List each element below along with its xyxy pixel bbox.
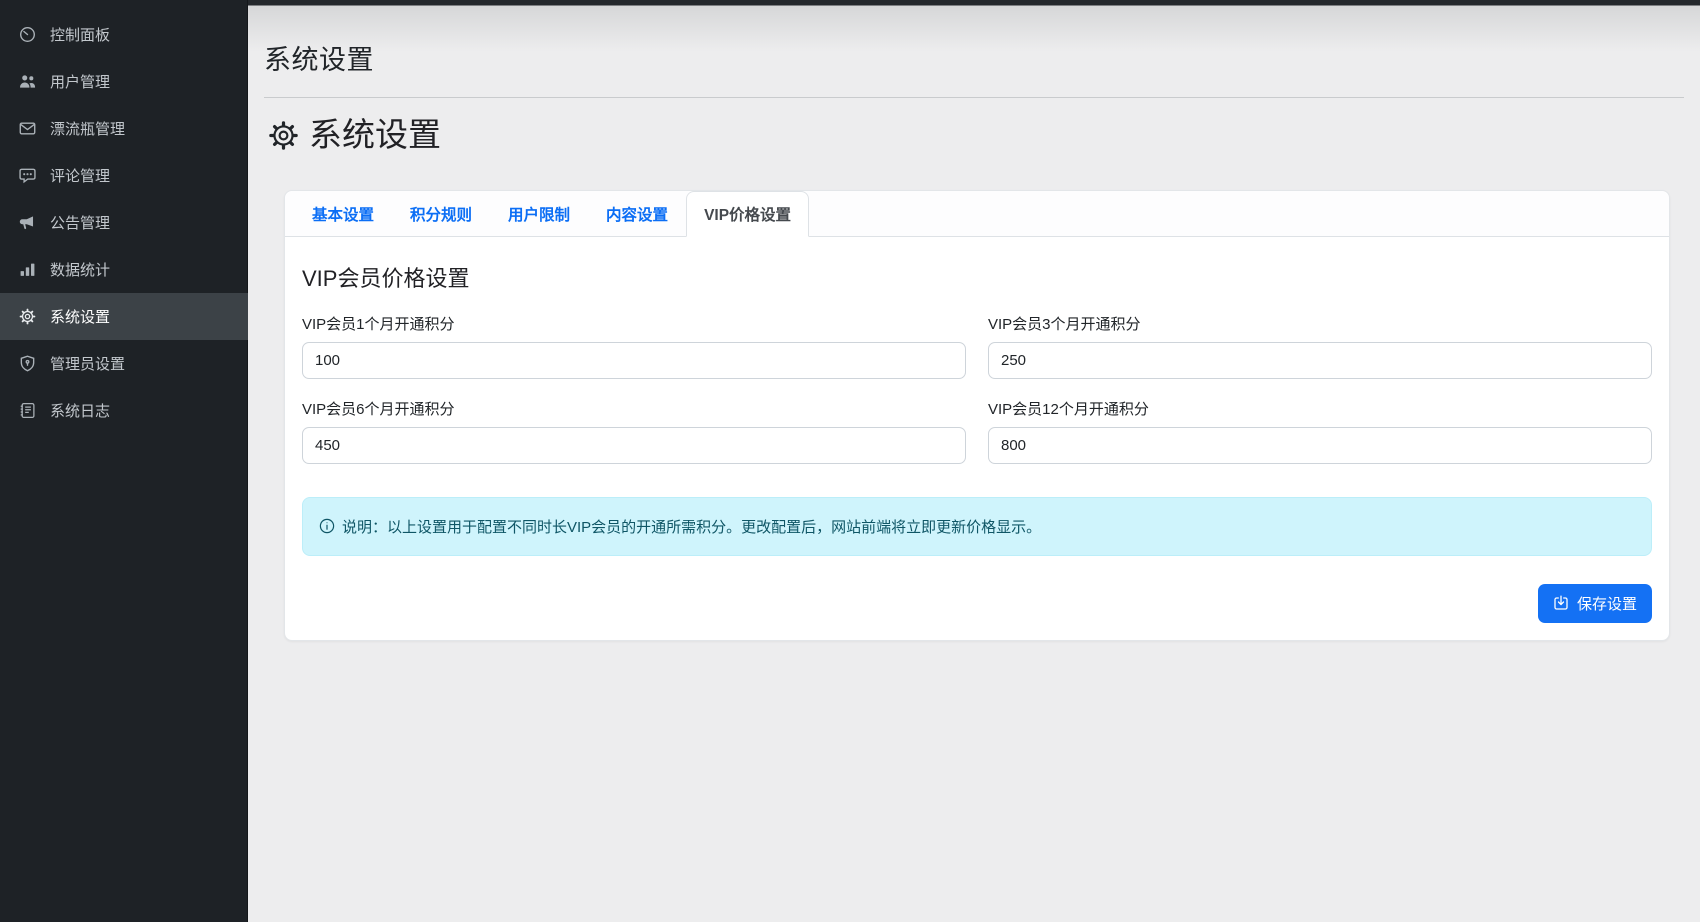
sidebar-item-label: 公告管理	[50, 212, 110, 233]
vip-6-month-points-input[interactable]	[302, 427, 966, 464]
section-title: VIP会员价格设置	[302, 261, 1652, 293]
save-settings-button[interactable]: 保存设置	[1538, 584, 1652, 623]
sidebar-item-label: 数据统计	[50, 259, 110, 280]
save-icon	[1553, 595, 1569, 611]
main-area: 系统设置 系统设置 基本设置 积分规则 用户限制 内容设置 VIP价格	[248, 0, 1700, 922]
sidebar-item-label: 评论管理	[50, 165, 110, 186]
tab-vip-price-settings[interactable]: VIP价格设置	[686, 191, 809, 237]
save-button-label: 保存设置	[1577, 593, 1637, 614]
info-note: 说明：以上设置用于配置不同时长VIP会员的开通所需积分。更改配置后，网站前端将立…	[302, 497, 1652, 556]
settings-heading: 系统设置	[268, 114, 1684, 157]
journal-icon	[18, 402, 36, 420]
sidebar-item-announcements[interactable]: 公告管理	[0, 199, 248, 246]
settings-tabbar: 基本设置 积分规则 用户限制 内容设置 VIP价格设置	[285, 191, 1669, 237]
sidebar-item-label: 控制面板	[50, 24, 110, 45]
sidebar-item-users[interactable]: 用户管理	[0, 58, 248, 105]
vip-6-month-label: VIP会员6个月开通积分	[302, 398, 966, 419]
settings-card: 基本设置 积分规则 用户限制 内容设置 VIP价格设置 VIP会员价格设置 VI…	[284, 190, 1670, 641]
sidebar-item-system-settings[interactable]: 系统设置	[0, 293, 248, 340]
sidebar-item-comments[interactable]: 评论管理	[0, 152, 248, 199]
vip-12-month-points-input[interactable]	[988, 427, 1652, 464]
info-circle-icon	[319, 518, 335, 534]
tab-basic-settings[interactable]: 基本设置	[294, 191, 392, 237]
field-vip-1-month: VIP会员1个月开通积分	[302, 313, 966, 379]
info-note-text: 说明：以上设置用于配置不同时长VIP会员的开通所需积分。更改配置后，网站前端将立…	[342, 516, 1041, 537]
vip-3-month-label: VIP会员3个月开通积分	[988, 313, 1652, 334]
gear-icon	[18, 308, 36, 326]
sidebar-item-label: 系统设置	[50, 306, 110, 327]
shield-icon	[18, 355, 36, 373]
sidebar-item-admin-settings[interactable]: 管理员设置	[0, 340, 248, 387]
users-icon	[18, 73, 36, 91]
field-vip-12-month: VIP会员12个月开通积分	[988, 398, 1652, 464]
tab-points-rules[interactable]: 积分规则	[392, 191, 490, 237]
tab-user-limits[interactable]: 用户限制	[490, 191, 588, 237]
sidebar-item-label: 管理员设置	[50, 353, 125, 374]
sidebar: 控制面板 用户管理 漂流瓶管理 评论管理	[0, 0, 248, 922]
vip-1-month-label: VIP会员1个月开通积分	[302, 313, 966, 334]
vip-price-panel: VIP会员价格设置 VIP会员1个月开通积分 VIP会员3个月开通积分 VIP会…	[285, 237, 1669, 640]
sidebar-item-label: 系统日志	[50, 400, 110, 421]
sidebar-item-statistics[interactable]: 数据统计	[0, 246, 248, 293]
vip-price-form: VIP会员1个月开通积分 VIP会员3个月开通积分 VIP会员6个月开通积分 V…	[302, 313, 1652, 464]
megaphone-icon	[18, 214, 36, 232]
vip-12-month-label: VIP会员12个月开通积分	[988, 398, 1652, 419]
comment-icon	[18, 167, 36, 185]
sidebar-item-dashboard[interactable]: 控制面板	[0, 11, 248, 58]
card-actions: 保存设置	[302, 584, 1652, 623]
settings-heading-text: 系统设置	[309, 114, 441, 157]
sidebar-item-label: 漂流瓶管理	[50, 118, 125, 139]
envelope-icon	[18, 120, 36, 138]
sidebar-item-bottles[interactable]: 漂流瓶管理	[0, 105, 248, 152]
sidebar-item-label: 用户管理	[50, 71, 110, 92]
sidebar-item-system-logs[interactable]: 系统日志	[0, 387, 248, 434]
gear-icon	[268, 120, 299, 151]
vip-1-month-points-input[interactable]	[302, 342, 966, 379]
speedometer-icon	[18, 26, 36, 44]
field-vip-3-month: VIP会员3个月开通积分	[988, 313, 1652, 379]
tab-content-settings[interactable]: 内容设置	[588, 191, 686, 237]
field-vip-6-month: VIP会员6个月开通积分	[302, 398, 966, 464]
header-divider	[264, 97, 1684, 98]
page-title: 系统设置	[264, 38, 1684, 77]
vip-3-month-points-input[interactable]	[988, 342, 1652, 379]
bar-chart-icon	[18, 261, 36, 279]
